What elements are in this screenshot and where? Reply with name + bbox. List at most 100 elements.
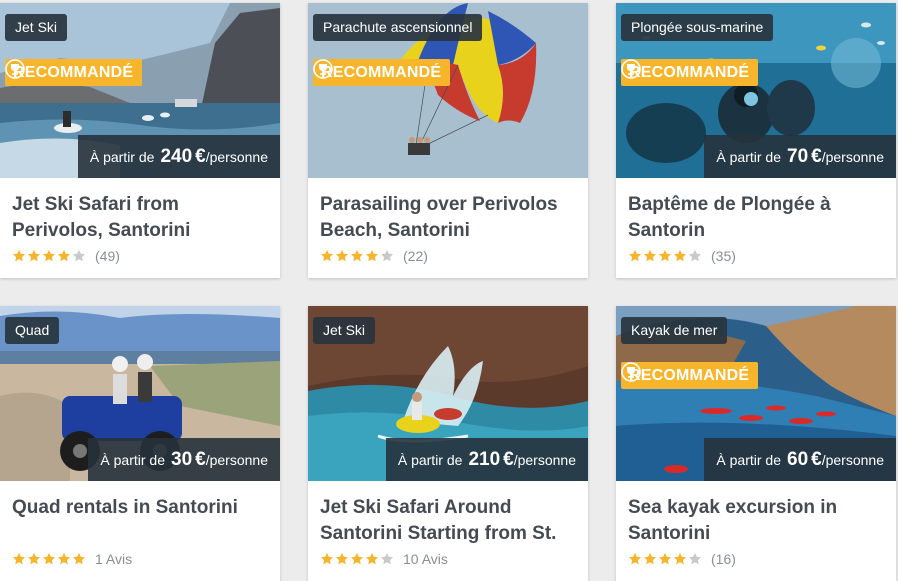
price-banner: À partir de 70 € /personne <box>704 135 896 178</box>
star-icon <box>658 249 672 262</box>
price-banner: À partir de 210 € /personne <box>385 438 588 481</box>
trophy-icon <box>5 59 25 79</box>
rating: (49) <box>12 248 120 264</box>
activity-title[interactable]: Quad rentals in Santorini <box>12 495 268 521</box>
category-tag: Jet Ski <box>5 14 68 41</box>
star-icon <box>365 249 379 262</box>
price-currency: € <box>195 448 206 470</box>
recommended-label: RECOMMANDÉ <box>629 367 750 384</box>
activity-photo[interactable]: Jet Ski À partir de 210 € /personne <box>308 306 588 481</box>
price-amount: 30 <box>171 448 193 470</box>
recommended-badge: RECOMMANDÉ <box>621 59 759 86</box>
star-icon <box>72 249 86 262</box>
price-banner: À partir de 60 € /personne <box>704 438 896 481</box>
recommended-label: RECOMMANDÉ <box>629 64 750 81</box>
star-icon <box>628 552 642 565</box>
rating: 10 Avis <box>320 551 448 567</box>
rating: (35) <box>628 248 736 264</box>
category-tag: Kayak de mer <box>621 317 728 344</box>
activity-card[interactable]: Plongée sous-marine RECOMMANDÉ À partir … <box>616 3 896 278</box>
star-rating <box>628 249 703 263</box>
category-tag: Parachute ascensionnel <box>313 14 483 41</box>
review-count: 1 Avis <box>95 551 133 567</box>
star-icon <box>42 552 56 565</box>
price-suffix: /personne <box>205 451 268 468</box>
price-prefix: À partir de <box>100 451 165 468</box>
review-count: (22) <box>403 248 428 264</box>
review-count: (49) <box>95 248 120 264</box>
star-rating <box>12 249 87 263</box>
price-suffix: /personne <box>513 451 576 468</box>
price-suffix: /personne <box>821 148 884 165</box>
recommended-label: RECOMMANDÉ <box>13 64 134 81</box>
activity-photo[interactable]: Jet Ski RECOMMANDÉ À partir de 240 € /pe… <box>0 3 280 178</box>
star-icon <box>320 552 334 565</box>
activity-card[interactable]: Quad À partir de 30 € /personne Quad ren… <box>0 306 280 581</box>
star-icon <box>72 552 86 565</box>
activity-card[interactable]: Jet Ski RECOMMANDÉ À partir de 240 € /pe… <box>0 3 280 278</box>
activity-title[interactable]: Sea kayak excursion in Santorini <box>628 495 884 547</box>
star-icon <box>42 249 56 262</box>
star-icon <box>335 552 349 565</box>
star-icon <box>673 249 687 262</box>
activity-title[interactable]: Jet Ski Safari Around Santorini Starting… <box>320 495 576 547</box>
recommended-badge: RECOMMANDÉ <box>621 362 759 389</box>
activity-photo[interactable]: Plongée sous-marine RECOMMANDÉ À partir … <box>616 3 896 178</box>
activity-photo[interactable]: Kayak de mer RECOMMANDÉ À partir de 60 €… <box>616 306 896 481</box>
price-prefix: À partir de <box>716 148 781 165</box>
review-count: (16) <box>711 551 736 567</box>
price-currency: € <box>195 145 206 167</box>
trophy-icon <box>313 59 333 79</box>
activity-title[interactable]: Baptême de Plongée à Santorin <box>628 192 884 244</box>
recommended-label: RECOMMANDÉ <box>321 64 442 81</box>
price-amount: 210 <box>468 448 501 470</box>
star-icon <box>335 249 349 262</box>
star-rating <box>628 552 703 566</box>
star-icon <box>643 249 657 262</box>
price-suffix: /personne <box>821 451 884 468</box>
activity-title[interactable]: Jet Ski Safari from Perivolos, Santorini <box>12 192 268 244</box>
star-icon <box>27 552 41 565</box>
activity-title[interactable]: Parasailing over Perivolos Beach, Santor… <box>320 192 576 244</box>
star-icon <box>643 552 657 565</box>
review-count: (35) <box>711 248 736 264</box>
price-currency: € <box>811 145 822 167</box>
trophy-icon <box>621 59 641 79</box>
star-icon <box>365 552 379 565</box>
star-icon <box>380 249 394 262</box>
rating: (22) <box>320 248 428 264</box>
category-tag: Quad <box>5 317 60 344</box>
recommended-badge: RECOMMANDÉ <box>313 59 451 86</box>
price-banner: À partir de 240 € /personne <box>77 135 280 178</box>
activity-card[interactable]: Kayak de mer RECOMMANDÉ À partir de 60 €… <box>616 306 896 581</box>
category-tag: Jet Ski <box>313 317 376 344</box>
star-icon <box>350 249 364 262</box>
price-currency: € <box>811 448 822 470</box>
star-icon <box>320 249 334 262</box>
category-tag: Plongée sous-marine <box>621 14 774 41</box>
activity-photo[interactable]: Parachute ascensionnel RECOMMANDÉ <box>308 3 588 178</box>
price-prefix: À partir de <box>716 451 781 468</box>
review-count: 10 Avis <box>403 551 448 567</box>
price-amount: 60 <box>787 448 809 470</box>
activity-card[interactable]: Jet Ski À partir de 210 € /personne Jet … <box>308 306 588 581</box>
trophy-icon <box>621 362 641 382</box>
activity-photo[interactable]: Quad À partir de 30 € /personne <box>0 306 280 481</box>
price-suffix: /personne <box>205 148 268 165</box>
star-icon <box>57 552 71 565</box>
price-banner: À partir de 30 € /personne <box>88 438 280 481</box>
star-icon <box>628 249 642 262</box>
star-icon <box>27 249 41 262</box>
star-rating <box>320 249 395 263</box>
star-rating <box>12 552 87 566</box>
star-icon <box>688 249 702 262</box>
star-icon <box>350 552 364 565</box>
star-icon <box>658 552 672 565</box>
star-icon <box>673 552 687 565</box>
activity-card[interactable]: Parachute ascensionnel RECOMMANDÉ Parasa… <box>308 3 588 278</box>
rating: (16) <box>628 551 736 567</box>
rating: 1 Avis <box>12 551 132 567</box>
star-icon <box>12 552 26 565</box>
price-prefix: À partir de <box>89 148 155 165</box>
star-icon <box>12 249 26 262</box>
